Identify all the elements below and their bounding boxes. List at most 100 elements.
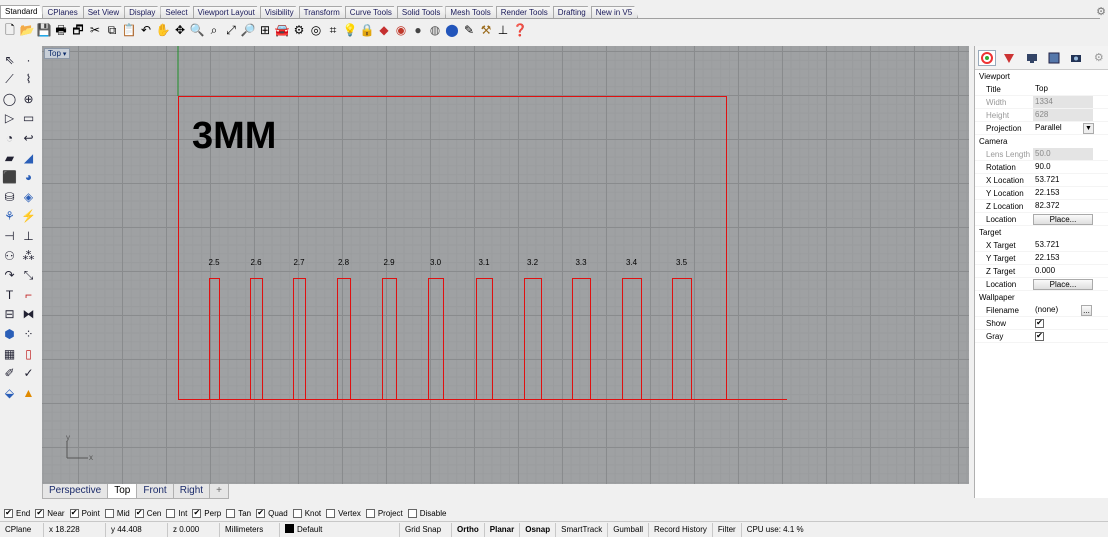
osnap-knot-checkbox[interactable]: [292, 508, 302, 518]
viewport-tab-top[interactable]: Top: [107, 484, 138, 499]
slot-label[interactable]: 2.6: [250, 258, 262, 267]
fillet-icon[interactable]: ↩: [20, 129, 37, 146]
slot-3.5-curve[interactable]: [672, 278, 692, 400]
viewport-tab-front[interactable]: Front: [136, 484, 174, 499]
osnap-cen-checkbox[interactable]: ✔: [134, 508, 144, 518]
osnap-int[interactable]: Int: [166, 508, 187, 518]
zoom-icon[interactable]: 🔍: [189, 21, 205, 39]
paste-icon[interactable]: 📋: [121, 21, 137, 39]
osnap-near[interactable]: ✔ Near: [35, 508, 65, 518]
osnap-point-checkbox[interactable]: ✔: [69, 508, 79, 518]
rectangle-icon[interactable]: ▭: [20, 110, 37, 127]
grid-array-icon[interactable]: ▦: [1, 345, 18, 362]
slot-3.1-curve[interactable]: [476, 278, 493, 400]
grid-snap-toggle[interactable]: Grid Snap: [400, 522, 452, 537]
array-icon[interactable]: ⁂: [20, 247, 37, 264]
z-target-field[interactable]: 0.000: [1033, 265, 1093, 277]
osnap-near-checkbox[interactable]: ✔: [35, 508, 45, 518]
import-icon[interactable]: 🗗: [70, 21, 86, 39]
toolbar-tab-display[interactable]: Display: [124, 6, 161, 18]
transform-icon[interactable]: ⚡: [20, 208, 37, 225]
ortho-toggle[interactable]: Ortho: [452, 522, 485, 537]
help-icon[interactable]: ❓: [512, 21, 528, 39]
chevron-down-icon[interactable]: ▼: [1083, 122, 1094, 134]
sphere-icon[interactable]: ⬤: [444, 21, 460, 39]
toolbar-tab-viewport-layout[interactable]: Viewport Layout: [193, 6, 261, 18]
extrude-icon[interactable]: ◢: [20, 149, 37, 166]
slot-label[interactable]: 3.0: [430, 258, 442, 267]
slot-label[interactable]: 3.4: [626, 258, 638, 267]
car-icon[interactable]: 🚘: [274, 21, 290, 39]
osnap-mid-checkbox[interactable]: [104, 508, 114, 518]
toolbar-tab-set-view[interactable]: Set View: [83, 6, 125, 18]
open-file-icon[interactable]: 📂: [19, 21, 35, 39]
osnap-quad[interactable]: ✔ Quad: [256, 508, 288, 518]
slot-label[interactable]: 3.1: [478, 258, 490, 267]
z-location-field[interactable]: 82.372: [1033, 200, 1093, 212]
clip-icon[interactable]: ✎: [461, 21, 477, 39]
projection-select[interactable]: Parallel ▼: [1033, 122, 1094, 134]
move-view-icon[interactable]: ✥: [172, 21, 188, 39]
rotation-field[interactable]: 90.0: [1033, 161, 1093, 173]
split-icon[interactable]: ⊣: [1, 227, 18, 244]
slot-3.2-curve[interactable]: [524, 278, 542, 400]
panel-gear-icon[interactable]: ⚙: [1090, 50, 1108, 66]
tool-icon[interactable]: ⚒: [478, 21, 494, 39]
slot-2.7-curve[interactable]: [293, 278, 306, 400]
gear-icon[interactable]: ⚙: [1096, 5, 1106, 18]
slot-3.3-curve[interactable]: [572, 278, 591, 400]
polyline-icon[interactable]: ⟋: [1, 71, 18, 88]
toolbar-tab-transform[interactable]: Transform: [299, 6, 346, 18]
pan-icon[interactable]: ✋: [155, 21, 171, 39]
osnap-vertex-checkbox[interactable]: [326, 508, 336, 518]
color-wheel-icon[interactable]: [978, 49, 997, 66]
filter-toggle[interactable]: Filter: [713, 522, 742, 537]
lock-icon[interactable]: 🔒: [359, 21, 375, 39]
y-target-field[interactable]: 22.153: [1033, 252, 1093, 264]
filename-field[interactable]: (none): [1033, 304, 1081, 316]
toolbar-tab-cplanes[interactable]: CPlanes: [42, 6, 83, 18]
slot-label[interactable]: 3.3: [575, 258, 587, 267]
circle-icon[interactable]: ◯: [1, 90, 18, 107]
osnap-knot[interactable]: Knot: [292, 508, 321, 518]
toolbar-tab-drafting[interactable]: Drafting: [553, 6, 592, 18]
toolbar-tab-solid-tools[interactable]: Solid Tools: [397, 6, 447, 18]
four-views-icon[interactable]: ⊞: [257, 21, 273, 39]
osnap-mid[interactable]: Mid: [104, 508, 130, 518]
gray-checkbox[interactable]: ✔: [1035, 331, 1044, 341]
box-icon[interactable]: ⬛: [1, 169, 18, 186]
toolbar-tab-render-tools[interactable]: Render Tools: [496, 6, 554, 18]
osnap-quad-checkbox[interactable]: ✔: [256, 508, 266, 518]
analyze-icon[interactable]: ✐: [1, 365, 18, 382]
print-icon[interactable]: 🖶: [53, 21, 69, 39]
block-icon[interactable]: ⊟: [1, 306, 18, 323]
copy-icon[interactable]: ⧉: [104, 21, 120, 39]
osnap-project-checkbox[interactable]: [365, 508, 375, 518]
cplane-label[interactable]: CPlane: [0, 522, 44, 537]
osnap-project[interactable]: Project: [365, 508, 403, 518]
group-icon[interactable]: ⚇: [1, 247, 18, 264]
add-viewport-tab[interactable]: +: [209, 484, 229, 499]
title-field[interactable]: Top: [1033, 83, 1093, 95]
slot-3.4-curve[interactable]: [622, 278, 642, 400]
light-left-icon[interactable]: ▲: [20, 384, 37, 401]
slot-2.9-curve[interactable]: [382, 278, 397, 400]
gumball-toggle[interactable]: Gumball: [608, 522, 649, 537]
zoom-selected-icon[interactable]: 🔎: [240, 21, 256, 39]
osnap-vertex[interactable]: Vertex: [326, 508, 361, 518]
smarttrack-toggle[interactable]: SmartTrack: [556, 522, 609, 537]
undo-icon[interactable]: ↶: [138, 21, 154, 39]
rendered-icon[interactable]: ◍: [427, 21, 443, 39]
slot-2.6-curve[interactable]: [250, 278, 263, 400]
osnap-perp-checkbox[interactable]: ✔: [192, 508, 202, 518]
top-viewport[interactable]: 3MM 2.5 2.6 2.7 2.8 2.9 3.0 3.1 3.2 3.3 3.4 3.5 y …: [42, 46, 969, 484]
options-icon[interactable]: ⚙: [291, 21, 307, 39]
save-icon[interactable]: 💾: [36, 21, 52, 39]
rotate-icon[interactable]: ↷: [1, 267, 18, 284]
trim-icon[interactable]: ⊥: [20, 227, 37, 244]
viewport-tab-perspective[interactable]: Perspective: [42, 484, 109, 499]
dimension-icon[interactable]: ⊥: [495, 21, 511, 39]
image-icon[interactable]: [1045, 50, 1063, 66]
display-icon[interactable]: [1023, 50, 1041, 66]
osnap-tan-checkbox[interactable]: [226, 508, 236, 518]
